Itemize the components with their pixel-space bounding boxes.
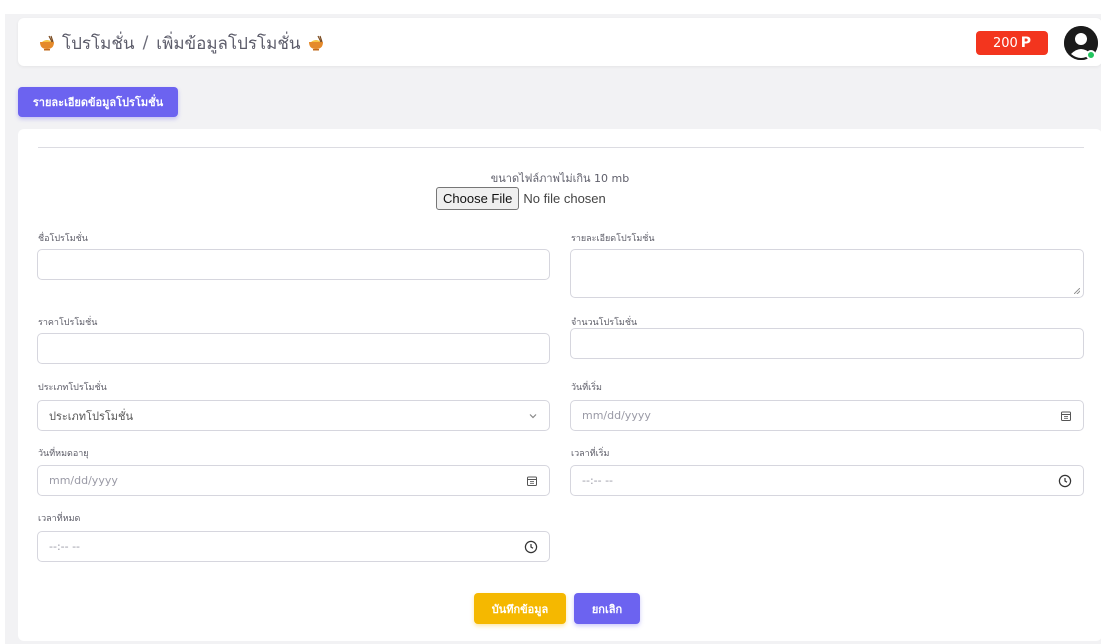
promotion-detail-label: รายละเอียดโปรโมชั่น — [571, 234, 655, 244]
expiry-date-label: วันที่หมดอายุ — [38, 449, 89, 459]
breadcrumb-current-page: เพิ่มข้อมูลโปรโมชั่น — [156, 33, 301, 54]
promotion-detail-textarea[interactable] — [570, 249, 1084, 298]
top-margin — [0, 0, 1101, 14]
page: โปรโมชั่น / เพิ่มข้อมูลโปรโมชั่น 200 P ร… — [0, 0, 1101, 644]
end-time-label: เวลาที่หมด — [38, 514, 81, 524]
coin-symbol: P — [1020, 35, 1032, 51]
noodle-bowl-icon — [38, 35, 56, 51]
breadcrumb-separator: / — [142, 33, 149, 53]
promotion-name-input[interactable] — [37, 249, 550, 280]
start-date-label: วันที่เริ่ม — [571, 383, 602, 393]
expiry-date-placeholder: mm/dd/yyyy — [49, 474, 118, 487]
calendar-icon[interactable] — [526, 475, 538, 487]
save-button[interactable]: บันทึกข้อมูล — [474, 593, 566, 624]
calendar-icon[interactable] — [1060, 410, 1072, 422]
noodle-bowl-icon — [307, 35, 325, 51]
expiry-date-input[interactable]: mm/dd/yyyy — [37, 465, 550, 496]
promotion-type-select[interactable]: ประเภทโปรโมชั่น — [37, 400, 550, 431]
file-size-note: ขนาดไฟล์ภาพไม่เกิน 10 mb — [490, 172, 630, 185]
divider — [38, 147, 1084, 148]
promotion-name-label: ชื่อโปรโมชั่น — [38, 234, 88, 244]
image-upload: Choose File No file chosen — [436, 186, 606, 210]
start-date-placeholder: mm/dd/yyyy — [582, 409, 651, 422]
resize-handle-icon[interactable] — [1074, 288, 1080, 294]
end-time-placeholder: --:-- -- — [49, 540, 81, 553]
promotion-quantity-label: จำนวนโปรโมชั่น — [571, 318, 638, 328]
online-status-dot — [1086, 50, 1096, 60]
chevron-down-icon — [528, 411, 538, 421]
coin-amount: 200 — [992, 35, 1018, 51]
start-time-label: เวลาที่เริ่ม — [571, 449, 610, 459]
promotion-details-tab[interactable]: รายละเอียดข้อมูลโปรโมชั่น — [18, 87, 178, 117]
breadcrumb-section[interactable]: โปรโมชั่น — [62, 30, 135, 57]
file-status: No file chosen — [523, 190, 606, 206]
cancel-button[interactable]: ยกเลิก — [574, 593, 640, 624]
promotion-form-card: ขนาดไฟล์ภาพไม่เกิน 10 mb Choose File No … — [18, 129, 1101, 641]
coin-balance-badge[interactable]: 200 P — [976, 31, 1048, 55]
clock-icon[interactable] — [524, 540, 538, 554]
clock-icon[interactable] — [1058, 474, 1072, 488]
promotion-type-selected: ประเภทโปรโมชั่น — [49, 409, 134, 423]
start-time-input[interactable]: --:-- -- — [570, 465, 1084, 496]
left-margin — [0, 0, 5, 644]
end-time-input[interactable]: --:-- -- — [37, 531, 550, 562]
promotion-quantity-input[interactable] — [570, 328, 1084, 359]
promotion-price-label: ราคาโปรโมชั่น — [38, 318, 98, 328]
start-date-input[interactable]: mm/dd/yyyy — [570, 400, 1084, 431]
start-time-placeholder: --:-- -- — [582, 474, 614, 487]
top-header-bar: โปรโมชั่น / เพิ่มข้อมูลโปรโมชั่น 200 P — [18, 18, 1101, 66]
promotion-price-input[interactable] — [37, 333, 550, 364]
promotion-type-label: ประเภทโปรโมชั่น — [38, 383, 107, 393]
breadcrumb: โปรโมชั่น / เพิ่มข้อมูลโปรโมชั่น — [38, 31, 325, 55]
choose-file-button[interactable]: Choose File — [436, 186, 520, 210]
